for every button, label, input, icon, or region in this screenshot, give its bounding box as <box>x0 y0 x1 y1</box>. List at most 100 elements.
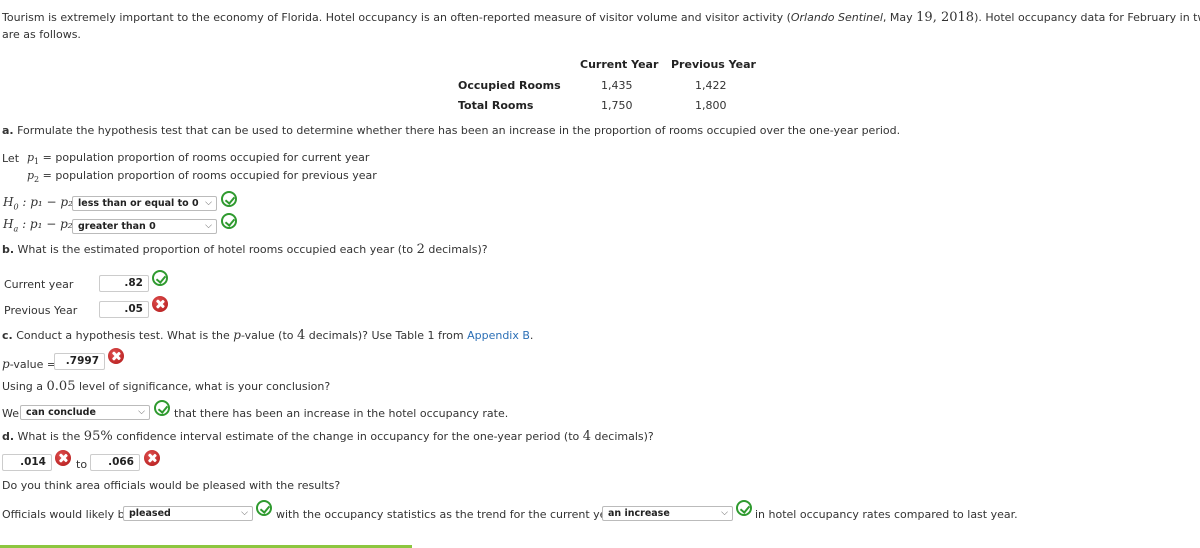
p2-symbol: p <box>27 169 35 182</box>
chevron-down-icon: ⌵ <box>241 508 248 518</box>
question-text: decimals)? Use Table 1 from <box>305 329 468 342</box>
x-incorrect-icon <box>152 296 168 312</box>
part-letter: d. <box>2 430 15 443</box>
cell-occupied-previous: 1,422 <box>695 79 727 92</box>
part-a-question: a. Formulate the hypothesis test that ca… <box>2 124 900 137</box>
officials-label: Officials would likely be <box>2 508 132 521</box>
ha-selected-value: greater than 0 <box>78 221 156 232</box>
x-incorrect-icon <box>108 348 124 364</box>
trend-selected-value: an increase <box>608 508 670 519</box>
question-text: . <box>529 329 534 342</box>
middle-text: with the occupancy statistics as the tre… <box>276 508 630 521</box>
source-name: Orlando Sentinel <box>790 11 883 24</box>
check-correct-icon <box>221 191 237 207</box>
h0-expression: H0 : p₁ − p₂ <box>3 195 73 211</box>
difference-expr: : p₁ − p₂ <box>18 217 73 231</box>
p-symbol: p <box>233 328 241 342</box>
pvalue-input[interactable]: .7997 <box>54 353 105 370</box>
question-text: Formulate the hypothesis test that can b… <box>13 124 901 137</box>
part-d-question: d. What is the 95% confidence interval e… <box>2 429 654 444</box>
difference-expr: : p₁ − p₂ <box>18 195 73 209</box>
chevron-down-icon: ⌵ <box>721 508 728 518</box>
pleased-select[interactable]: pleased ⌵ <box>123 506 253 521</box>
cell-total-previous: 1,800 <box>695 99 727 112</box>
trend-select[interactable]: an increase ⌵ <box>602 506 733 521</box>
cell-occupied-current: 1,435 <box>601 79 633 92</box>
we-label: We <box>2 407 19 420</box>
h0-selected-value: less than or equal to 0 <box>78 198 199 209</box>
p2-definition: p2 = population proportion of rooms occu… <box>27 169 377 184</box>
equals: = <box>39 151 56 164</box>
question-text: Conduct a hypothesis test. What is the <box>12 329 234 342</box>
previous-year-input[interactable]: .05 <box>99 301 149 318</box>
ci-upper-input[interactable]: .066 <box>90 454 140 471</box>
current-year-input[interactable]: .82 <box>99 275 149 292</box>
question-text: What is the <box>14 430 84 443</box>
column-header-previous: Previous Year <box>671 58 756 71</box>
question-text: decimals)? <box>591 430 654 443</box>
check-correct-icon <box>256 500 272 516</box>
question-text: confidence interval estimate of the chan… <box>112 430 583 443</box>
conclusion-select[interactable]: can conclude ⌵ <box>20 405 150 420</box>
pleased-question: Do you think area officials would be ple… <box>2 479 341 492</box>
ha-expression: Ha : p₁ − p₂ <box>3 217 73 233</box>
row-label-total: Total Rooms <box>458 99 534 112</box>
conclusion-selected-value: can conclude <box>26 407 96 418</box>
label-text: -value = <box>9 358 57 371</box>
x-incorrect-icon <box>55 450 71 466</box>
question-text: Using a <box>2 380 47 393</box>
equals: = <box>39 169 56 182</box>
column-header-current: Current Year <box>580 58 659 71</box>
ci-lower-input[interactable]: .014 <box>2 454 52 471</box>
pleased-selected-value: pleased <box>129 508 171 519</box>
question-text: -value (to <box>240 329 297 342</box>
h0-symbol: H <box>3 195 14 209</box>
significance-question: Using a 0.05 level of significance, what… <box>2 379 330 394</box>
date-day: 19 <box>916 10 933 25</box>
part-letter: b. <box>2 243 15 256</box>
previous-year-label: Previous Year <box>4 304 78 317</box>
intro-text: Tourism is extremely important to the ec… <box>2 11 791 24</box>
alpha-value: 0.05 <box>46 379 76 394</box>
chevron-down-icon: ⌵ <box>205 198 212 208</box>
decimals-count: 4 <box>582 429 592 444</box>
pvalue-label: p-value = <box>2 357 56 371</box>
question-text: decimals)? <box>424 243 488 256</box>
ha-select[interactable]: greater than 0 ⌵ <box>72 219 217 234</box>
check-correct-icon <box>736 500 752 516</box>
part-letter: a. <box>2 124 14 137</box>
part-letter: c. <box>2 329 13 342</box>
current-year-label: Current year <box>4 278 74 291</box>
definition-text: population proportion of rooms occupied … <box>55 151 370 164</box>
date-year: 2018 <box>940 10 975 25</box>
decimals-count: 2 <box>416 242 425 257</box>
part-c-question: c. Conduct a hypothesis test. What is th… <box>2 328 533 343</box>
appendix-link[interactable]: Appendix B <box>467 329 530 342</box>
x-incorrect-icon <box>144 450 160 466</box>
question-text: What is the estimated proportion of hote… <box>14 243 417 256</box>
p1-symbol: p <box>27 151 35 164</box>
confidence-level: 95% <box>83 429 113 444</box>
p-symbol: p <box>2 357 10 371</box>
intro-line-2: are as follows. <box>2 28 81 41</box>
chevron-down-icon: ⌵ <box>205 221 212 231</box>
check-correct-icon <box>154 400 170 416</box>
cell-total-current: 1,750 <box>601 99 633 112</box>
ha-symbol: H <box>3 217 14 231</box>
question-text: level of significance, what is your conc… <box>75 380 331 393</box>
part-b-question: b. What is the estimated proportion of h… <box>2 242 488 257</box>
check-correct-icon <box>221 213 237 229</box>
let-label: Let <box>2 152 20 165</box>
p1-definition: p1 = population proportion of rooms occu… <box>27 151 369 166</box>
h0-select[interactable]: less than or equal to 0 ⌵ <box>72 196 217 211</box>
definition-text: population proportion of rooms occupied … <box>55 169 377 182</box>
row-label-occupied: Occupied Rooms <box>458 79 561 92</box>
to-label: to <box>76 458 88 471</box>
intro-text: ). Hotel occupancy data for February in … <box>974 11 1200 24</box>
intro-line-1: Tourism is extremely important to the ec… <box>2 10 1200 25</box>
chevron-down-icon: ⌵ <box>138 407 145 417</box>
conclusion-tail: that there has been an increase in the h… <box>174 407 509 420</box>
date-sep: , <box>932 10 941 25</box>
check-correct-icon <box>152 270 168 286</box>
intro-text: , May <box>882 11 917 24</box>
